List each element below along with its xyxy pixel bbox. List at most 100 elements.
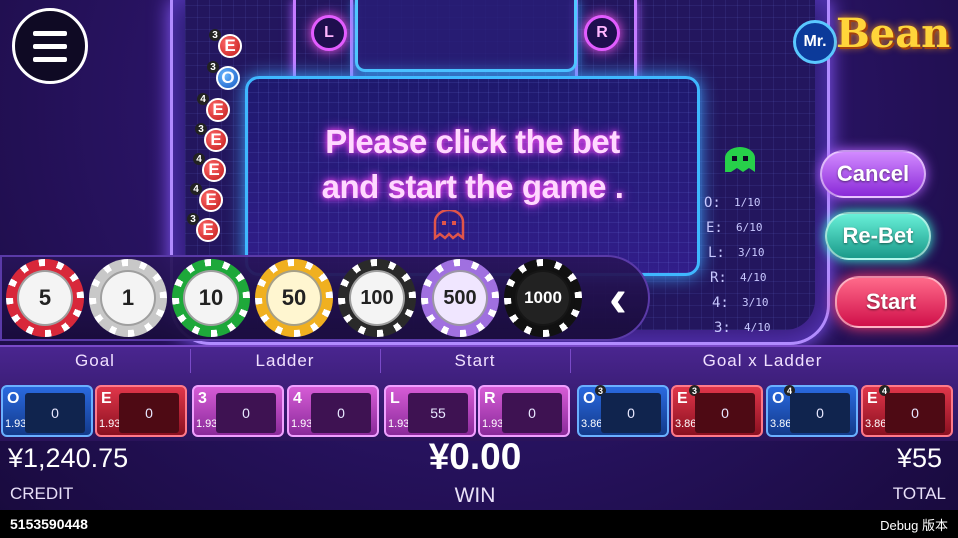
stat-value: 6/10 [736, 221, 763, 234]
debug-bar: 5153590448 Debug 版本 [0, 510, 958, 538]
history-ball-count: 3 [207, 61, 219, 73]
message-text: Please click the bet and start the game … [248, 119, 697, 209]
chip-500[interactable]: 500 [421, 259, 499, 337]
bet-tag: R [484, 390, 496, 407]
win-amount: ¥0.00 [428, 436, 522, 477]
bet-odds: 3.86 [675, 418, 697, 430]
total-amount: ¥55 [896, 443, 942, 473]
bet-amount: 0 [119, 393, 179, 433]
stat-row: L: 3/10 [704, 240, 804, 265]
bet-amount: 0 [311, 393, 371, 433]
bet-tag: O [772, 390, 785, 407]
bet-tag: E [101, 390, 112, 407]
chip-value: 5 [17, 270, 73, 326]
history-ball: E [206, 98, 230, 122]
menu-icon-bar [33, 43, 67, 49]
chip-1000[interactable]: 1000 [504, 259, 582, 337]
bet-cell[interactable]: 4 1.93 0 [287, 385, 379, 437]
bet-odds: 1.93 [196, 418, 218, 430]
bet-cell[interactable]: E 4 3.86 0 [861, 385, 953, 437]
green-ghost-icon [722, 146, 758, 183]
history-ball: E [204, 128, 228, 152]
bet-tag: E [867, 390, 878, 407]
stat-key: 4: [712, 294, 729, 311]
game-screen: L R E3O3E4E3E4E4E3 Please click the bet … [0, 0, 958, 538]
header-goal-x-ladder: Goal x Ladder [702, 351, 823, 370]
stat-value: 4/10 [744, 321, 771, 334]
menu-icon-bar [33, 56, 67, 62]
bet-area: Goal Ladder Start Goal x Ladder O 1.93 0 E 1… [0, 345, 958, 441]
history-ball: E [196, 218, 220, 242]
chevron-left-icon[interactable]: ‹ [598, 270, 638, 330]
stats-panel: O: 1/10 E: 6/10 L: 3/10 R: 4/10 4: 3/10 3: 4/10 [704, 190, 804, 340]
stat-key: R: [710, 269, 727, 286]
bet-odds: 1.93 [291, 418, 313, 430]
stat-value: 3/10 [738, 246, 765, 259]
bet-tag: 4 [293, 390, 302, 407]
lane-left-badge: L [311, 15, 347, 51]
bet-odds: 1.93 [99, 418, 121, 430]
history-ball: E [199, 188, 223, 212]
menu-button[interactable] [12, 8, 88, 84]
chip-value: 1 [100, 270, 156, 326]
bet-tag: O [7, 390, 20, 407]
chip-100[interactable]: 100 [338, 259, 416, 337]
chip-value: 100 [349, 270, 405, 326]
stat-row: 3: 4/10 [704, 315, 804, 340]
bet-cell[interactable]: O 1.93 0 [1, 385, 93, 437]
logo-bean: Bean [836, 10, 951, 57]
credit-amount: ¥1,240.75 [8, 443, 129, 473]
bet-odds: 1.93 [482, 418, 504, 430]
history-ball-count: 4 [190, 183, 202, 195]
history-ball-count: 3 [187, 213, 199, 225]
bet-cell[interactable]: E 1.93 0 [95, 385, 187, 437]
start-button[interactable]: Start [835, 276, 947, 328]
chip-50[interactable]: 50 [255, 259, 333, 337]
stat-key: O: [704, 194, 721, 211]
stat-row: E: 6/10 [704, 215, 804, 240]
bet-tag: O [583, 390, 596, 407]
history-ball: O [216, 66, 240, 90]
header-start: Start [454, 351, 496, 370]
bet-tag: E [677, 390, 688, 407]
red-ghost-icon [432, 208, 466, 247]
bet-tag: L [390, 390, 400, 407]
stat-value: 1/10 [734, 196, 761, 209]
bet-amount: 0 [502, 393, 562, 433]
stat-key: 3: [714, 319, 731, 336]
stat-row: 4: 3/10 [704, 290, 804, 315]
bet-cell[interactable]: E 3 3.86 0 [671, 385, 763, 437]
bet-cell[interactable]: 3 1.93 0 [192, 385, 284, 437]
rebet-button[interactable]: Re-Bet [825, 212, 931, 260]
debug-label: Debug 版本 [880, 517, 948, 533]
bet-cell[interactable]: O 4 3.86 0 [766, 385, 858, 437]
stat-row: R: 4/10 [704, 265, 804, 290]
history-ball-count: 3 [209, 29, 221, 41]
bet-amount: 0 [601, 393, 661, 433]
bet-odds: 3.86 [865, 418, 887, 430]
bet-amount: 0 [216, 393, 276, 433]
bet-cell[interactable]: O 3 3.86 0 [577, 385, 669, 437]
mr-bean-logo: Mr. Bean [790, 4, 950, 84]
chip-10[interactable]: 10 [172, 259, 250, 337]
history-ball-count: 3 [195, 123, 207, 135]
chip-value: 500 [432, 270, 488, 326]
stat-key: L: [708, 244, 725, 261]
header-goal: Goal [75, 351, 115, 370]
bet-cell[interactable]: L 1.93 55 [384, 385, 476, 437]
header-ladder: Ladder [255, 351, 315, 370]
session-id: 5153590448 [10, 516, 88, 532]
chip-value: 1000 [515, 270, 571, 326]
chip-5[interactable]: 5 [6, 259, 84, 337]
stat-key: E: [706, 219, 723, 236]
bet-odds: 1.93 [5, 418, 27, 430]
chip-1[interactable]: 1 [89, 259, 167, 337]
chip-value: 50 [266, 270, 322, 326]
bet-cell[interactable]: R 1.93 0 [478, 385, 570, 437]
total-label: TOTAL [892, 484, 946, 503]
credit-label: CREDIT [10, 484, 74, 503]
bet-amount: 0 [695, 393, 755, 433]
history-ball: E [218, 34, 242, 58]
stat-value: 3/10 [742, 296, 769, 309]
cancel-button[interactable]: Cancel [820, 150, 926, 198]
